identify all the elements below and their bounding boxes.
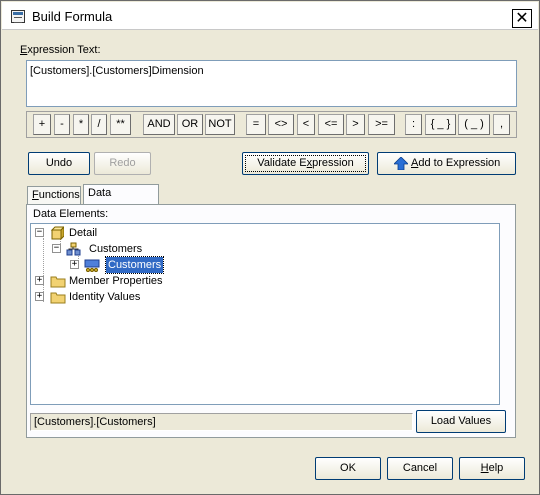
- window-title: Build Formula: [32, 9, 113, 24]
- op-multiply-button[interactable]: *: [73, 114, 89, 135]
- folder-icon: [50, 276, 66, 288]
- help-label-accel: H: [480, 462, 489, 474]
- tree-label-member-properties: Member Properties: [69, 275, 163, 287]
- close-button[interactable]: ✕: [512, 9, 532, 28]
- op-greater-equal-button[interactable]: >=: [368, 114, 395, 135]
- expand-icon[interactable]: +: [35, 292, 44, 301]
- data-elements-label: Data Elements:: [33, 208, 109, 220]
- expression-label-text: xpression Text:: [27, 44, 101, 56]
- tree-label-customers-group: Customers: [89, 243, 143, 255]
- expand-icon[interactable]: +: [35, 276, 44, 285]
- dialog-icon: [11, 10, 25, 23]
- data-elements-tree[interactable]: − Detail − Customers + Customers + Membe…: [30, 223, 500, 405]
- op-comma-button[interactable]: ,: [493, 114, 510, 135]
- op-less-equal-button[interactable]: <=: [318, 114, 344, 135]
- build-formula-dialog: Build Formula ✕ Expression Text: [Custom…: [0, 0, 540, 495]
- expand-icon[interactable]: +: [70, 260, 79, 269]
- op-parens-button[interactable]: ( _ ): [458, 114, 490, 135]
- add-label-text: dd to Expression: [418, 157, 501, 169]
- validate-label-1: Validate E: [257, 157, 307, 169]
- tree-label-detail: Detail: [69, 227, 98, 239]
- op-not-equals-button[interactable]: <>: [268, 114, 294, 135]
- add-label: Add to Expression: [411, 153, 500, 174]
- folder-icon: [50, 292, 66, 304]
- tree-label-identity-values: Identity Values: [69, 291, 141, 303]
- op-colon-button[interactable]: :: [405, 114, 422, 135]
- dimension-icon: [84, 259, 100, 272]
- load-values-button[interactable]: Load Values: [416, 410, 506, 433]
- undo-button[interactable]: Undo: [28, 152, 90, 175]
- validate-label-2: pression: [312, 157, 354, 169]
- op-equals-button[interactable]: =: [246, 114, 266, 135]
- tab-functions-label: unctions: [38, 189, 80, 201]
- redo-button[interactable]: Redo: [94, 152, 151, 175]
- op-divide-button[interactable]: /: [91, 114, 107, 135]
- op-or-button[interactable]: OR: [177, 114, 203, 135]
- expression-text-input[interactable]: [Customers].[Customers]Dimension: [26, 60, 517, 107]
- op-power-button[interactable]: **: [110, 114, 131, 135]
- up-arrow-icon: [394, 157, 408, 170]
- validate-expression-button[interactable]: Validate Expression: [242, 152, 369, 175]
- op-not-button[interactable]: NOT: [205, 114, 235, 135]
- cancel-button[interactable]: Cancel: [387, 457, 453, 480]
- collapse-icon[interactable]: −: [52, 244, 61, 253]
- expression-value: [Customers].[Customers]Dimension: [30, 65, 204, 77]
- tree-label-customers-item: Customers: [104, 256, 165, 274]
- tab-functions-accel: F: [32, 189, 39, 201]
- add-to-expression-button[interactable]: Add to Expression: [377, 152, 516, 175]
- collapse-icon[interactable]: −: [35, 228, 44, 237]
- op-braces-button[interactable]: { _ }: [425, 114, 456, 135]
- ok-button[interactable]: OK: [315, 457, 381, 480]
- op-greater-button[interactable]: >: [346, 114, 365, 135]
- operator-toolbar: + - * / ** AND OR NOT = <> < <= > >= : {…: [26, 111, 517, 138]
- hierarchy-icon: [66, 242, 81, 256]
- help-label-text: elp: [488, 462, 504, 474]
- help-button[interactable]: Help: [459, 457, 525, 480]
- tab-data-sources[interactable]: Data Sources: [83, 184, 159, 216]
- op-less-button[interactable]: <: [297, 114, 315, 135]
- cube-icon: [50, 226, 64, 240]
- tab-ds-label-1: Data: [88, 187, 112, 199]
- title-bar: Build Formula ✕: [2, 2, 538, 30]
- op-minus-button[interactable]: -: [54, 114, 70, 135]
- expression-label: Expression Text:: [20, 44, 101, 56]
- op-and-button[interactable]: AND: [143, 114, 175, 135]
- selected-path-field: [Customers].[Customers]: [30, 413, 413, 431]
- op-plus-button[interactable]: +: [33, 114, 51, 135]
- tab-functions[interactable]: Functions: [27, 186, 81, 205]
